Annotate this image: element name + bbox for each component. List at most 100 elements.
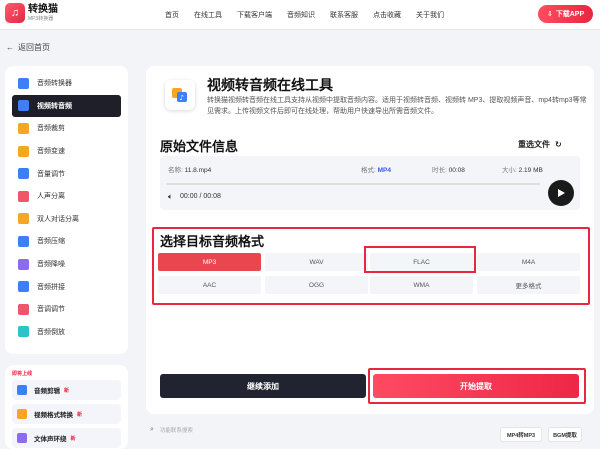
sidebar-item[interactable]: 音频倒放 [12, 321, 121, 344]
reselect-label: 重选文件 [518, 140, 550, 149]
sidebar-item[interactable]: 音调调节 [12, 298, 121, 321]
sidebar-item-label: 音频裁剪 [37, 125, 65, 133]
format-option-wma[interactable]: WMA [370, 276, 473, 294]
sidebar-item-label: 音调调节 [37, 306, 65, 314]
tool-icon [18, 281, 29, 293]
coming-soon-panel: 即将上线 音频剪辑 新 视频格式转换 新 文体声环绕 新 [5, 365, 128, 449]
nav-bookmark[interactable]: 点击收藏 [373, 10, 401, 20]
source-section-title: 原始文件信息 [160, 139, 239, 154]
tool-icon [18, 258, 29, 270]
nav-about[interactable]: 关于我们 [416, 10, 444, 20]
file-format-value: MP4 [377, 167, 391, 174]
format-option-aac[interactable]: AAC [158, 276, 261, 294]
nav-download-client[interactable]: 下载客户端 [237, 10, 272, 20]
continue-add-button[interactable]: 继续添加 [160, 374, 366, 398]
start-extract-button[interactable]: 开始提取 [373, 374, 579, 398]
download-icon: ⇩ [546, 11, 553, 18]
file-name-label: 名称: [168, 167, 183, 174]
svg-text:♪: ♪ [180, 94, 184, 102]
sidebar-item[interactable]: 视频转音频 [12, 94, 121, 118]
file-duration-field: 时长: 00:08 [432, 164, 465, 174]
tool-icon [18, 77, 29, 89]
sidebar-item-label: 音量调节 [37, 170, 65, 178]
nav-contact[interactable]: 联系客服 [330, 10, 358, 20]
play-button[interactable] [548, 180, 574, 206]
format-option-ogg[interactable]: OGG [265, 276, 368, 294]
logo[interactable]: ♫ 转换猫 MP3转换器 [5, 3, 58, 23]
sidebar-item-label: 音频拼接 [37, 283, 65, 291]
download-app-button[interactable]: ⇩ 下载APP [538, 5, 593, 23]
refresh-icon: ↻ [555, 140, 562, 149]
file-size-field: 大小: 2.19 MB [502, 164, 543, 174]
coming-soon-title: 即将上线 [12, 371, 33, 377]
sidebar-item[interactable]: 音频压缩 [12, 230, 121, 253]
file-info-card: 名称: 11.8.mp4 格式: MP4 时长: 00:08 大小: 2.19 … [160, 156, 580, 210]
chip-bgm-extract[interactable]: BGM提取 [548, 427, 582, 442]
video-convert-icon [17, 409, 27, 419]
tool-icon [18, 235, 29, 247]
download-app-label: 下载APP [555, 11, 585, 18]
tool-icon [18, 122, 29, 134]
tool-icon [18, 145, 29, 157]
tool-icon [18, 168, 29, 180]
coming-soon-item[interactable]: 视频格式转换 新 [12, 404, 121, 424]
sidebar-item[interactable]: 音频变速 [12, 140, 121, 163]
file-duration-value: 00:08 [448, 167, 465, 174]
nav-audio-knowledge[interactable]: 音频知识 [287, 10, 315, 20]
logo-name: 转换猫 [28, 3, 58, 15]
video-to-audio-icon: ♪ [165, 80, 195, 110]
tool-description: 转换猫视频转音频在线工具支持从视频中提取音频内容。适用于视频转音频、视频转 MP… [207, 97, 587, 115]
sidebar-item[interactable]: 音频转换器 [12, 72, 121, 95]
back-home-label: 返回首页 [18, 43, 50, 52]
back-home-link[interactable]: ← 返回首页 [6, 42, 50, 53]
new-tag: 新 [64, 387, 70, 394]
main-nav: 首页 在线工具 下载客户端 音频知识 联系客服 点击收藏 关于我们 [165, 0, 459, 30]
sidebar-item[interactable]: 人声分离 [12, 185, 121, 208]
sidebar-item-label: 音频倒放 [37, 328, 65, 336]
arrow-left-icon: ← [6, 43, 14, 52]
file-size-value: 2.19 MB [518, 167, 543, 174]
tool-icon [18, 326, 29, 338]
sidebar-item[interactable]: 音量调节 [12, 162, 121, 185]
format-option-m4a[interactable]: M4A [477, 253, 580, 271]
logo-subtitle: MP3转换器 [28, 15, 54, 22]
reselect-file-button[interactable]: 重选文件 ↻ [518, 139, 562, 150]
sidebar-item[interactable]: 音频裁剪 [12, 117, 121, 140]
new-tag: 新 [70, 435, 76, 442]
top-bar: ♫ 转换猫 MP3转换器 首页 在线工具 下载客户端 音频知识 联系客服 点击收… [0, 0, 600, 30]
tool-icon [18, 213, 29, 225]
sidebar-item-label: 音频降噪 [37, 261, 65, 269]
file-name-field: 名称: 11.8.mp4 [168, 164, 211, 174]
sidebar-item-label: 人声分离 [37, 193, 65, 201]
coming-soon-item-label: 视频格式转换 [34, 412, 73, 419]
flac-highlight-box [364, 246, 476, 273]
file-name-value: 11.8.mp4 [184, 167, 212, 174]
audio-edit-icon [17, 385, 27, 395]
sidebar-item[interactable]: 音频降噪 [12, 253, 121, 276]
search-icon: ⌕ [150, 426, 154, 433]
tool-icon [18, 190, 29, 202]
tool-icon [18, 100, 29, 112]
format-option-more[interactable]: 更多格式 [477, 276, 580, 294]
playback-progress-bar[interactable] [166, 183, 540, 185]
sidebar-item[interactable]: 双人对话分离 [12, 208, 121, 231]
nav-online-tools[interactable]: 在线工具 [194, 10, 222, 20]
file-size-label: 大小: [502, 167, 517, 174]
format-option-wav[interactable]: WAV [265, 253, 368, 271]
coming-soon-item[interactable]: 文体声环绕 新 [12, 428, 121, 448]
file-format-label: 格式: [361, 167, 376, 174]
sidebar: 音频转换器视频转音频音频裁剪音频变速音量调节人声分离双人对话分离 音频压缩音频降噪… [5, 66, 128, 354]
coming-soon-item[interactable]: 音频剪辑 新 [12, 380, 121, 400]
sidebar-item[interactable]: 音频拼接 [12, 275, 121, 298]
tool-title: 视频转音频在线工具 [207, 77, 333, 93]
chip-mp4-to-mp3[interactable]: MP4转MP3 [500, 427, 542, 442]
nav-home[interactable]: 首页 [165, 10, 179, 20]
volume-icon[interactable]: 🔈︎ [168, 192, 173, 202]
search-placeholder: 功能联系搜索 [159, 428, 193, 434]
function-search[interactable]: ⌕ 功能联系搜索 [150, 426, 193, 434]
file-format-field: 格式: MP4 [361, 164, 391, 174]
new-tag: 新 [77, 411, 83, 418]
sidebar-item-label: 音频变速 [37, 148, 65, 156]
sidebar-item-label: 音频转换器 [37, 80, 72, 88]
format-option-mp3[interactable]: MP3 [158, 253, 261, 271]
